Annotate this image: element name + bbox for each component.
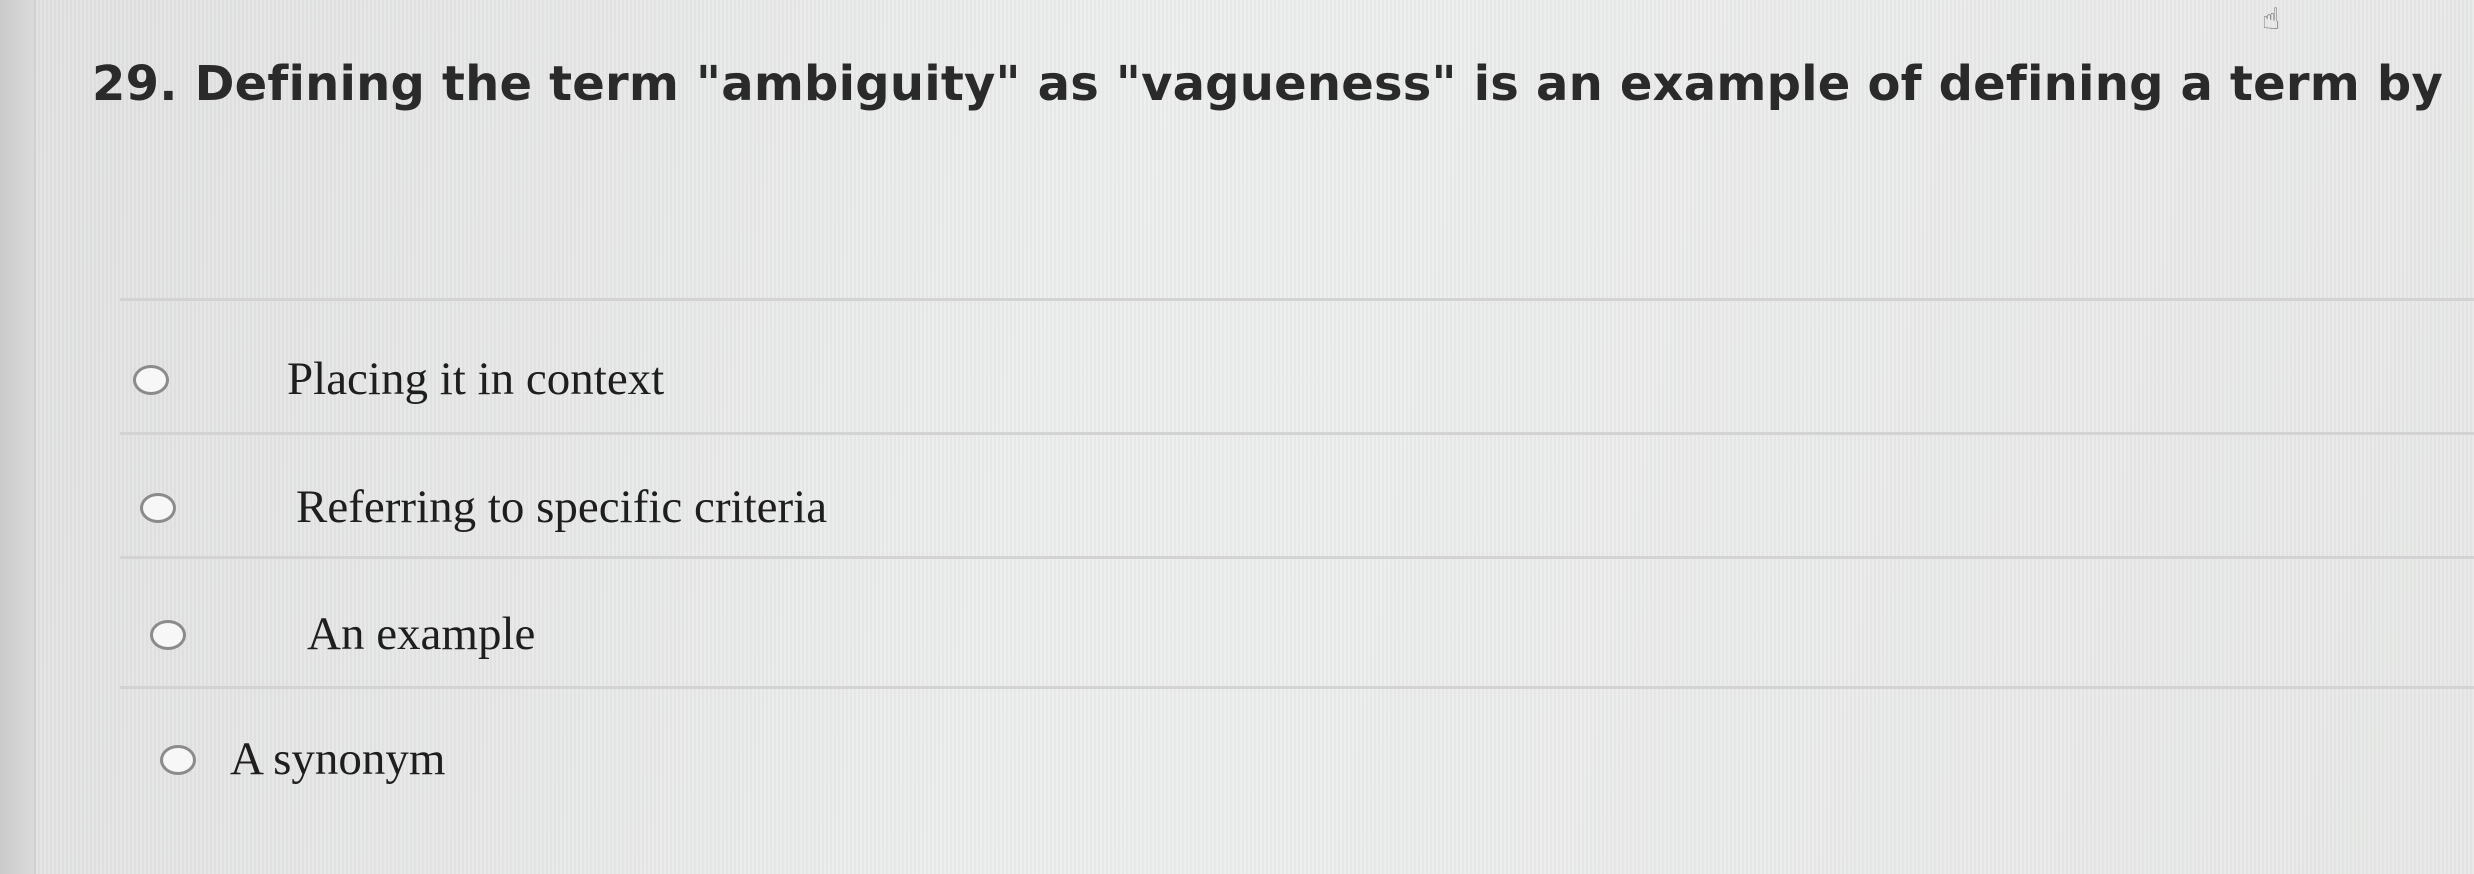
divider: [120, 432, 2474, 435]
option-label[interactable]: An example: [307, 607, 535, 661]
divider: [120, 298, 2474, 301]
question-prompt: Defining the term "ambiguity" as "vaguen…: [194, 56, 2443, 112]
radio-button[interactable]: [140, 493, 176, 523]
radio-button[interactable]: [133, 365, 169, 395]
radio-button[interactable]: [160, 745, 196, 775]
pointer-cursor-icon: ☝: [2262, 2, 2281, 37]
option-label[interactable]: Placing it in context: [287, 352, 664, 406]
option-label[interactable]: A synonym: [230, 732, 445, 786]
question-number: 29.: [92, 56, 178, 112]
option-row[interactable]: A synonym: [0, 730, 2474, 790]
option-label[interactable]: Referring to specific criteria: [296, 480, 827, 534]
option-row[interactable]: An example: [0, 605, 2474, 665]
option-row[interactable]: Placing it in context: [0, 350, 2474, 410]
radio-button[interactable]: [150, 620, 186, 650]
divider: [120, 686, 2474, 689]
question-text: 29. Defining the term "ambiguity" as "va…: [92, 56, 2443, 112]
quiz-screen: 29. Defining the term "ambiguity" as "va…: [0, 0, 2474, 874]
divider: [120, 556, 2474, 559]
option-row[interactable]: Referring to specific criteria: [0, 478, 2474, 538]
